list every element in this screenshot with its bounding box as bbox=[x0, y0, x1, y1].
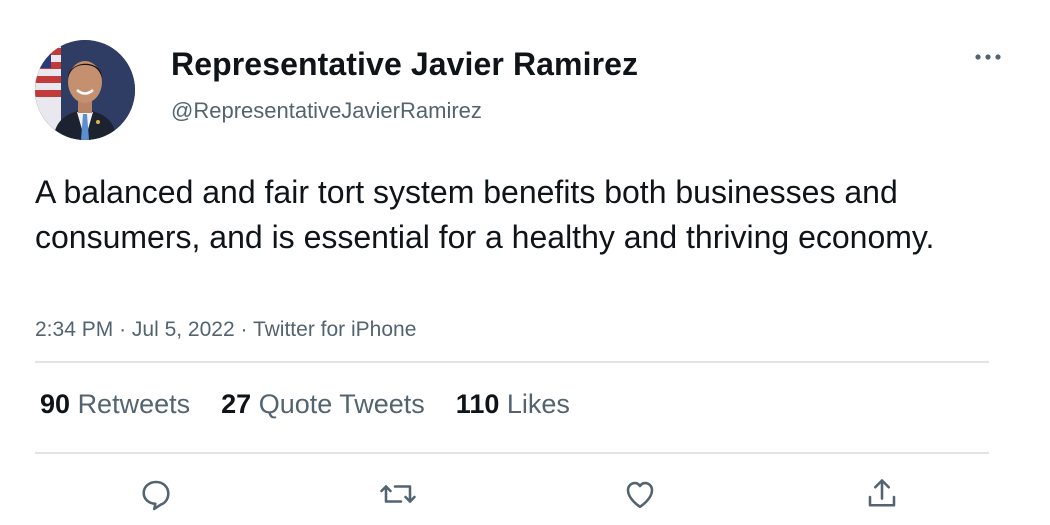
retweets-label: Retweets bbox=[77, 389, 191, 419]
engagement-stats: 90 Retweets 27 Quote Tweets 110 Likes bbox=[40, 388, 601, 420]
meta-separator: · bbox=[119, 318, 127, 341]
reply-icon bbox=[142, 480, 170, 511]
likes-stat[interactable]: 110 Likes bbox=[456, 388, 570, 420]
retweets-stat[interactable]: 90 Retweets bbox=[40, 388, 190, 420]
quote-tweets-stat[interactable]: 27 Quote Tweets bbox=[221, 388, 425, 420]
divider bbox=[35, 361, 989, 363]
quote-tweets-count: 27 bbox=[221, 389, 252, 419]
likes-label: Likes bbox=[506, 389, 570, 419]
heart-icon bbox=[626, 481, 654, 509]
more-options-button[interactable] bbox=[968, 42, 1008, 72]
tweet-date[interactable]: Jul 5, 2022 bbox=[132, 318, 235, 341]
tweet-source[interactable]: Twitter for iPhone bbox=[253, 318, 416, 341]
user-handle[interactable]: @RepresentativeJavierRamirez bbox=[171, 97, 482, 125]
retweet-icon bbox=[380, 485, 416, 503]
reply-button[interactable] bbox=[134, 474, 178, 514]
divider bbox=[35, 452, 989, 454]
tweet-metadata: 2:34 PM · Jul 5, 2022 · Twitter for iPho… bbox=[35, 316, 416, 344]
more-horizontal-icon bbox=[975, 54, 1001, 60]
like-button[interactable] bbox=[618, 474, 662, 514]
tweet-text: A balanced and fair tort system benefits… bbox=[35, 174, 935, 255]
avatar[interactable] bbox=[35, 40, 135, 140]
tweet-card: Representative Javier Ramirez @Represent… bbox=[0, 0, 1050, 525]
quote-tweets-label: Quote Tweets bbox=[258, 389, 425, 419]
avatar-portrait bbox=[35, 40, 135, 140]
retweet-button[interactable] bbox=[376, 474, 420, 514]
share-button[interactable] bbox=[860, 474, 904, 514]
retweets-count: 90 bbox=[40, 389, 71, 419]
share-icon bbox=[868, 479, 896, 507]
display-name[interactable]: Representative Javier Ramirez bbox=[171, 44, 638, 84]
tweet-time[interactable]: 2:34 PM bbox=[35, 318, 113, 341]
meta-separator: · bbox=[240, 318, 248, 341]
likes-count: 110 bbox=[455, 389, 500, 419]
